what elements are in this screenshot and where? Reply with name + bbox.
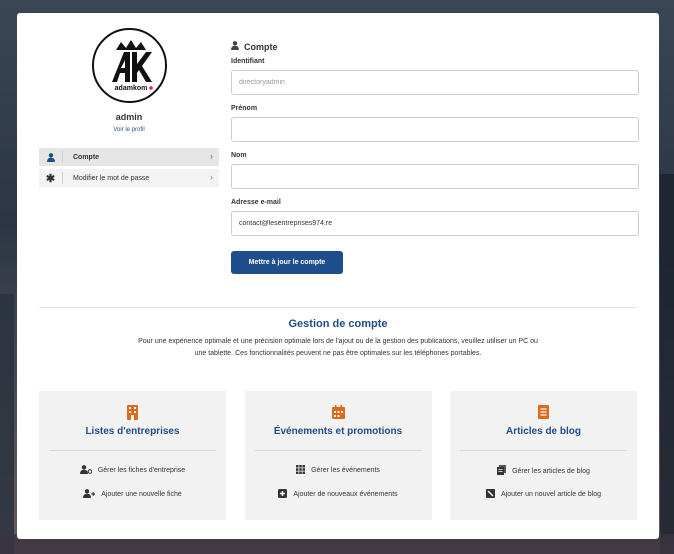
management-description: Pour une expérience optimale et une préc… (138, 338, 538, 357)
calendar-icon (331, 405, 345, 424)
management-tiles: Listes d'entreprises Gérer les fiches d'… (39, 391, 637, 520)
add-blog-article-link[interactable]: Ajouter un nouvel article de blog (450, 489, 637, 500)
edit-square-icon (485, 489, 495, 500)
profile-name: admin (115, 112, 143, 122)
tile-business-listings: Listes d'entreprises Gérer les fiches d'… (39, 391, 226, 520)
user-icon (231, 41, 239, 52)
email-field[interactable] (231, 211, 639, 236)
username-label: Identifiant (231, 58, 265, 65)
section-divider (39, 307, 637, 308)
form-title-text: Compte (244, 41, 278, 52)
username-field[interactable] (231, 70, 639, 95)
chevron-right-icon: › (210, 151, 213, 161)
lastname-field[interactable] (231, 164, 639, 189)
update-account-button[interactable]: Mettre à jour le compte (231, 251, 343, 274)
user-icon (39, 151, 63, 163)
email-label: Adresse e-mail (231, 199, 281, 206)
view-profile-link[interactable]: Voir le profil (57, 127, 201, 133)
manage-business-listings-link[interactable]: Gérer les fiches d'entreprise (39, 465, 226, 476)
company-logo: adamkom (92, 28, 167, 103)
chevron-right-icon: › (210, 172, 213, 182)
tile-title: Événements et promotions (273, 426, 403, 437)
add-business-listing-link[interactable]: Ajouter une nouvelle fiche (39, 489, 226, 500)
grid-icon (296, 465, 306, 476)
add-events-link[interactable]: Ajouter de nouveaux événements (245, 489, 432, 500)
manage-blog-articles-link[interactable]: Gérer les articles de blog (450, 465, 637, 477)
files-icon (497, 465, 507, 477)
account-card: adamkom admin Voir le profil Compte › ✱ … (17, 13, 659, 539)
management-title: Gestion de compte (288, 318, 388, 330)
building-icon (127, 405, 138, 425)
tile-blog-articles: Articles de blog Gérer les articles de b… (450, 391, 637, 520)
user-plus-icon (83, 489, 96, 500)
tile-events-promotions: Événements et promotions Gérer les événe… (244, 391, 432, 520)
firstname-label: Prénom (231, 105, 258, 112)
account-form: Compte Identifiant Prénom Nom Adresse e-… (231, 41, 639, 274)
account-menu: Compte › ✱ Modifier le mot de passe › (39, 148, 219, 190)
tile-title: Listes d'entreprises (85, 426, 180, 437)
menu-item-change-password[interactable]: ✱ Modifier le mot de passe › (39, 169, 219, 187)
menu-item-account[interactable]: Compte › (39, 148, 219, 166)
manage-events-link[interactable]: Gérer les événements (245, 465, 432, 476)
menu-item-label: Modifier le mot de passe (73, 174, 150, 182)
lastname-label: Nom (231, 152, 247, 159)
form-title: Compte (231, 41, 639, 52)
menu-item-label: Compte (73, 153, 100, 161)
svg-text:adamkom: adamkom (115, 85, 148, 92)
tile-title: Articles de blog (505, 426, 581, 437)
plus-square-icon (278, 489, 288, 500)
document-icon (538, 405, 549, 424)
asterisk-icon: ✱ (39, 172, 63, 185)
firstname-field[interactable] (231, 117, 639, 142)
users-cog-icon (79, 465, 93, 476)
